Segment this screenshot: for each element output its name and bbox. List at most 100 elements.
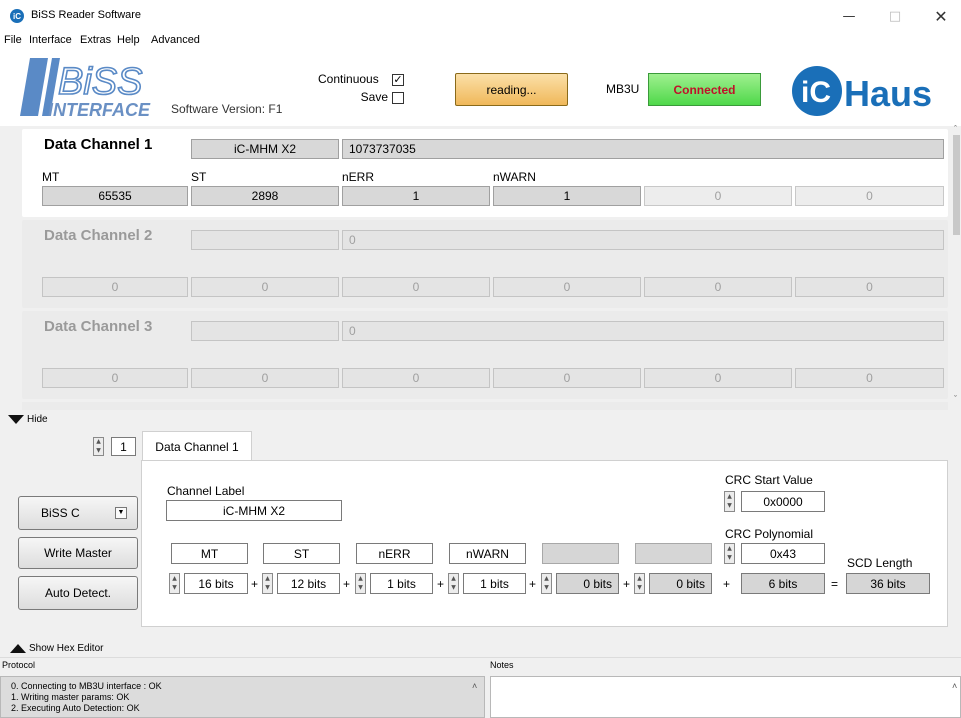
channel-spinner[interactable]: ▲ ▼ <box>93 437 104 456</box>
ichaus-logo: iC Haus <box>790 64 950 118</box>
scroll-down-icon[interactable]: ˇ <box>954 394 957 404</box>
biss-mode-label: BiSS C <box>41 506 80 520</box>
channel-label-field: iC-MHM X2 <box>191 139 339 159</box>
st-bits-input[interactable]: 12 bits <box>277 573 340 594</box>
nerr-bits-spinner[interactable]: ▲ ▼ <box>355 573 366 594</box>
notes-caption: Notes <box>490 660 514 670</box>
plus-sign: + <box>623 577 631 591</box>
logo-interface-text: INTERFACE <box>48 100 151 120</box>
channel-label-input[interactable]: iC-MHM X2 <box>166 500 342 521</box>
interface-name: MB3U <box>606 82 640 96</box>
menu-bar: File Interface Extras Help Advanced <box>0 32 961 50</box>
logo-ic-text: iC <box>801 76 831 109</box>
field-name-nwarn[interactable]: nWARN <box>449 543 526 564</box>
notes-scroll-up-icon[interactable]: ˄ <box>952 681 957 691</box>
chevron-down-icon: ▼ <box>115 507 127 519</box>
field6-bits-spinner[interactable]: ▲ ▼ <box>634 573 645 594</box>
field-name-mt[interactable]: MT <box>171 543 248 564</box>
crc-bits-display: 6 bits <box>741 573 825 594</box>
close-button[interactable]: ✕ <box>918 0 961 32</box>
plus-sign: + <box>343 577 351 591</box>
column-label-st: ST <box>191 170 207 184</box>
mt-bits-input[interactable]: 16 bits <box>184 573 248 594</box>
value-field-6: 0 <box>795 186 944 206</box>
menu-interface[interactable]: Interface <box>29 34 72 46</box>
nerr-bits-input[interactable]: 1 bits <box>370 573 433 594</box>
channel-number-input[interactable]: 1 <box>111 437 136 456</box>
value-field-5: 0 <box>644 186 792 206</box>
channel-label-caption: Channel Label <box>167 484 245 498</box>
title-bar <box>0 0 961 32</box>
protocol-log[interactable]: 0. Connecting to MB3U interface : OK 1. … <box>0 676 485 718</box>
value-field-mt: 65535 <box>42 186 188 206</box>
channel-raw-field: 0 <box>342 321 944 341</box>
minimize-button[interactable]: — <box>826 0 872 32</box>
nwarn-bits-input[interactable]: 1 bits <box>463 573 526 594</box>
field5-bits-spinner[interactable]: ▲ ▼ <box>541 573 552 594</box>
plus-sign: + <box>251 577 259 591</box>
maximize-button[interactable]: □ <box>872 0 918 32</box>
save-checkbox[interactable] <box>392 92 404 104</box>
channel-raw-field: 0 <box>342 230 944 250</box>
channel-raw-field: 1073737035 <box>342 139 944 159</box>
protocol-scroll-up-icon[interactable]: ˄ <box>472 681 477 691</box>
channel-title: Data Channel 2 <box>44 227 153 244</box>
value-field-2: 0 <box>191 277 339 297</box>
menu-extras[interactable]: Extras <box>80 34 111 46</box>
auto-detect-button[interactable]: Auto Detect. <box>18 576 138 610</box>
st-bits-spinner[interactable]: ▲ ▼ <box>262 573 273 594</box>
write-master-button[interactable]: Write Master <box>18 537 138 569</box>
nwarn-bits-spinner[interactable]: ▲ ▼ <box>448 573 459 594</box>
value-field-5: 0 <box>644 277 792 297</box>
scrollbar-thumb[interactable] <box>953 135 960 235</box>
logo-biss-text: BiSS <box>58 61 142 103</box>
scd-length-display: 36 bits <box>846 573 930 594</box>
scroll-up-icon[interactable]: ˆ <box>954 124 957 134</box>
notes-textarea[interactable] <box>490 676 961 718</box>
value-field-6: 0 <box>795 277 944 297</box>
column-label-nerr: nERR <box>342 170 375 184</box>
value-field-nerr: 1 <box>342 186 490 206</box>
show-hex-editor-toggle[interactable]: Show Hex Editor <box>10 643 103 654</box>
value-field-3: 0 <box>342 368 490 388</box>
mt-bits-spinner[interactable]: ▲ ▼ <box>169 573 180 594</box>
biss-mode-select[interactable]: BiSS C ▼ <box>18 496 138 530</box>
biss-interface-logo: BiSS INTERFACE <box>18 54 168 120</box>
channel-panel-3: Data Channel 3 0 0 0 0 0 0 0 <box>22 311 948 399</box>
menu-advanced[interactable]: Advanced <box>151 34 200 46</box>
log-line: 1. Writing master params: OK <box>11 692 130 702</box>
log-line: 0. Connecting to MB3U interface : OK <box>11 681 162 691</box>
crc-poly-spinner[interactable]: ▲ ▼ <box>724 543 735 564</box>
field5-bits-input: 0 bits <box>556 573 619 594</box>
field-name-5 <box>542 543 619 564</box>
equals-sign: = <box>831 577 839 591</box>
continuous-checkbox[interactable]: ✓ <box>392 74 404 86</box>
reading-button[interactable]: reading... <box>455 73 568 106</box>
field-name-st[interactable]: ST <box>263 543 340 564</box>
crc-polynomial-input[interactable]: 0x43 <box>741 543 825 564</box>
logo-haus-text: Haus <box>844 73 932 114</box>
scd-length-caption: SCD Length <box>847 556 913 570</box>
value-field-6: 0 <box>795 368 944 388</box>
log-header <box>0 657 961 675</box>
field-name-6 <box>635 543 712 564</box>
channel-label-field <box>191 230 339 250</box>
channel-panel-1: Data Channel 1 iC-MHM X2 1073737035 MT S… <box>22 129 948 217</box>
crc-start-spinner[interactable]: ▲ ▼ <box>724 491 735 512</box>
continuous-label: Continuous <box>318 72 379 86</box>
hide-toggle[interactable]: Hide <box>8 414 48 425</box>
window-title: BiSS Reader Software <box>31 9 142 21</box>
crc-start-input[interactable]: 0x0000 <box>741 491 825 512</box>
plus-sign: + <box>437 577 445 591</box>
column-label-nwarn: nWARN <box>493 170 536 184</box>
menu-file[interactable]: File <box>4 34 22 46</box>
value-field-4: 0 <box>493 277 641 297</box>
value-field-st: 2898 <box>191 186 339 206</box>
value-field-5: 0 <box>644 368 792 388</box>
show-hex-editor-label: Show Hex Editor <box>29 643 104 654</box>
field-name-nerr[interactable]: nERR <box>356 543 433 564</box>
log-line: 2. Executing Auto Detection: OK <box>11 703 140 713</box>
value-field-nwarn: 1 <box>493 186 641 206</box>
tab-data-channel-1[interactable]: Data Channel 1 <box>142 431 252 461</box>
menu-help[interactable]: Help <box>117 34 140 46</box>
